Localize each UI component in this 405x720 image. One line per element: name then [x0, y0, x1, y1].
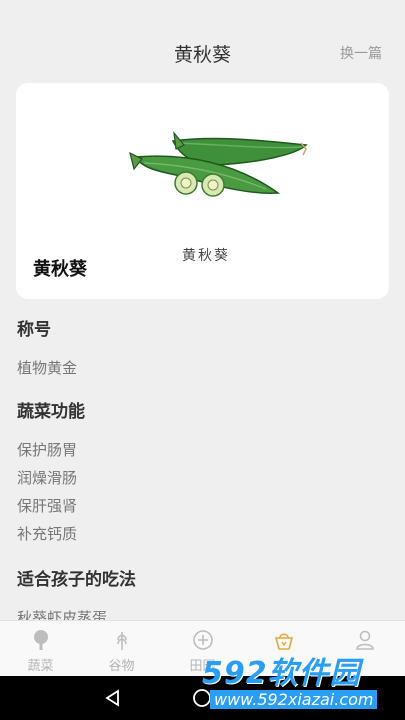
watermark-logo: 592软件园 www.592xiazai.com	[196, 646, 405, 714]
list-item: 植物黄金	[17, 359, 78, 377]
back-icon[interactable]	[103, 688, 123, 708]
tab-vegetables[interactable]: 蔬菜	[0, 621, 81, 676]
content-area: 称号 植物黄金 蔬菜功能 保护肠胃 润燥滑肠 保肝强肾 补充钙质 适合孩子的吃法…	[17, 318, 389, 632]
wheat-icon	[116, 632, 127, 650]
switch-article-button[interactable]: 换一篇	[340, 43, 382, 63]
watermark-url: www.592xiazai.com	[210, 690, 378, 709]
list-item: 保肝强肾	[17, 497, 78, 515]
illustration-caption: 黄秋葵	[182, 248, 230, 264]
tab-label: 蔬菜	[27, 659, 54, 674]
watermark-brand: 592软件园	[202, 656, 361, 691]
card-name: 黄秋葵	[33, 259, 87, 280]
tab-label: 谷物	[108, 659, 135, 674]
section-title-functions: 蔬菜功能	[17, 402, 85, 422]
list-item: 补充钙质	[17, 525, 78, 543]
section-title-kids-recipes: 适合孩子的吃法	[17, 570, 136, 590]
tree-icon	[33, 630, 48, 650]
vegetable-card: 黄秋葵 黄秋葵	[16, 83, 389, 299]
section-title-nickname: 称号	[17, 320, 51, 340]
list-item: 保护肠胃	[17, 441, 78, 459]
tab-grains[interactable]: 谷物	[81, 621, 162, 676]
list-item: 润燥滑肠	[17, 469, 78, 487]
app-header: 黄秋葵 换一篇	[0, 0, 405, 86]
